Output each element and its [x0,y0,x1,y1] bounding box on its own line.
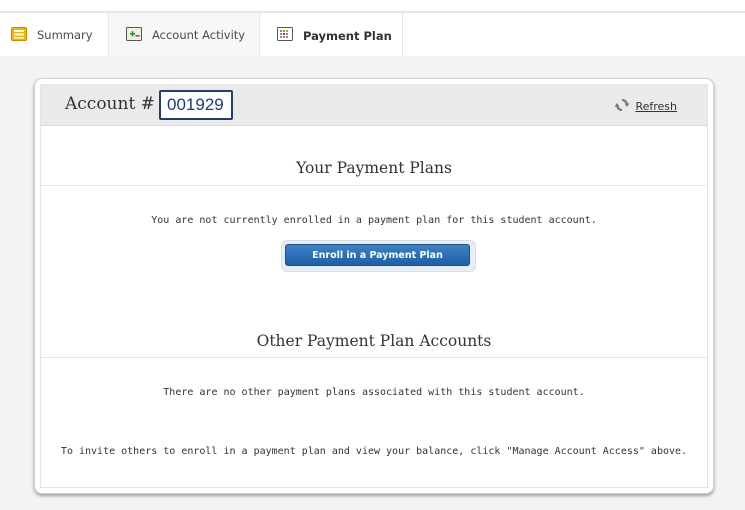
divider [41,357,707,358]
summary-icon [11,26,27,44]
not-enrolled-message: You are not currently enrolled in a paym… [151,215,597,226]
enroll-button-frame: Enroll in a Payment Plan [281,240,476,272]
refresh-control[interactable]: Refresh [614,98,677,115]
refresh-link[interactable]: Refresh [635,100,677,113]
tab-payment-plan[interactable]: Payment Plan [260,13,403,58]
account-activity-icon [126,26,142,44]
tab-payment-plan-label: Payment Plan [303,28,392,43]
tab-account-activity-label: Account Activity [152,28,246,42]
tab-account-activity[interactable]: Account Activity [108,13,260,57]
invite-others-message: To invite others to enroll in a payment … [60,446,688,457]
your-payment-plans-title: Your Payment Plans [296,159,452,177]
payment-plan-icon [277,27,293,44]
tab-bar: Summary Account Activity Payment Plan [0,11,745,58]
panel-inner: Account # 001929 Refresh Your Payment Pl… [40,84,708,488]
divider [41,185,707,186]
tab-summary-label: Summary [37,28,93,42]
refresh-icon [614,98,630,115]
account-header: Account # 001929 Refresh [41,85,707,126]
payment-plan-panel: Account # 001929 Refresh Your Payment Pl… [34,78,714,494]
no-other-plans-message: There are no other payment plans associa… [163,387,585,398]
other-payment-plan-accounts-title: Other Payment Plan Accounts [256,332,492,350]
account-label: Account # [65,94,155,114]
tab-summary[interactable]: Summary [0,13,108,57]
account-number: 001929 [159,90,233,120]
enroll-payment-plan-button[interactable]: Enroll in a Payment Plan [285,244,470,266]
